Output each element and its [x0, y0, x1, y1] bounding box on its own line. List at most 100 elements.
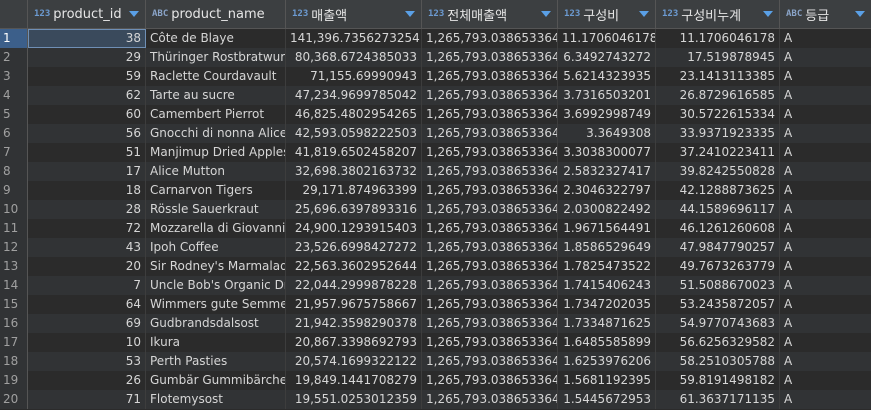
ratio-cell[interactable]: 2.0300822492 — [558, 200, 656, 219]
ratio-cell[interactable]: 2.5832327417 — [558, 162, 656, 181]
table-row[interactable]: 5 60 Camembert Pierrot 46,825.4802954265 1,2… — [0, 105, 871, 124]
sort-arrow-icon[interactable] — [129, 11, 139, 17]
product-name-cell[interactable]: Tarte au sucre — [146, 86, 286, 105]
cumulative-ratio-cell[interactable]: 59.8191498182 — [656, 371, 780, 390]
table-row[interactable]: 4 62 Tarte au sucre 47,234.9699785042 1,265,… — [0, 86, 871, 105]
grade-cell[interactable]: A — [780, 390, 871, 409]
grade-cell[interactable]: A — [780, 257, 871, 276]
row-number-cell[interactable]: 2 — [0, 48, 28, 67]
product-name-cell[interactable]: Perth Pasties — [146, 352, 286, 371]
total-sales-cell[interactable]: 1,265,793.0386533642 — [422, 390, 558, 409]
total-sales-cell[interactable]: 1,265,793.0386533642 — [422, 86, 558, 105]
product-id-cell[interactable]: 69 — [28, 314, 146, 333]
row-number-cell[interactable]: 19 — [0, 371, 28, 390]
sales-cell[interactable]: 42,593.0598222503 — [286, 124, 422, 143]
product-name-cell[interactable]: Ipoh Coffee — [146, 238, 286, 257]
ratio-cell[interactable]: 1.7347202035 — [558, 295, 656, 314]
table-row[interactable]: 20 71 Flotemysost 19,551.0253012359 1,265,79… — [0, 390, 871, 409]
grade-cell[interactable]: A — [780, 200, 871, 219]
table-row[interactable]: 12 43 Ipoh Coffee 23,526.6998427272 1,265,79… — [0, 238, 871, 257]
ratio-cell[interactable]: 1.8586529649 — [558, 238, 656, 257]
row-number-cell[interactable]: 7 — [0, 143, 28, 162]
sales-cell[interactable]: 22,563.3602952644 — [286, 257, 422, 276]
cumulative-ratio-cell[interactable]: 46.1261260608 — [656, 219, 780, 238]
cumulative-ratio-cell[interactable]: 44.1589696117 — [656, 200, 780, 219]
sales-cell[interactable]: 32,698.3802163732 — [286, 162, 422, 181]
product-id-cell[interactable]: 53 — [28, 352, 146, 371]
sales-cell[interactable]: 80,368.6724385033 — [286, 48, 422, 67]
grade-cell[interactable]: A — [780, 143, 871, 162]
sales-cell[interactable]: 19,849.1441708279 — [286, 371, 422, 390]
row-number-cell[interactable]: 18 — [0, 352, 28, 371]
cumulative-ratio-cell[interactable]: 23.1413113385 — [656, 67, 780, 86]
ratio-cell[interactable]: 1.5445672953 — [558, 390, 656, 409]
ratio-cell[interactable]: 1.7825473522 — [558, 257, 656, 276]
ratio-cell[interactable]: 11.1706046178 — [558, 29, 656, 48]
total-sales-cell[interactable]: 1,265,793.0386533642 — [422, 48, 558, 67]
product-name-cell[interactable]: Thüringer Rostbratwurst — [146, 48, 286, 67]
grade-cell[interactable]: A — [780, 371, 871, 390]
sales-cell[interactable]: 23,526.6998427272 — [286, 238, 422, 257]
cumulative-ratio-cell[interactable]: 37.2410223411 — [656, 143, 780, 162]
cumulative-ratio-cell[interactable]: 47.9847790257 — [656, 238, 780, 257]
product-id-cell[interactable]: 59 — [28, 67, 146, 86]
ratio-cell[interactable]: 2.3046322797 — [558, 181, 656, 200]
column-header-ratio[interactable]: 123 구성비 — [558, 0, 656, 28]
product-id-cell[interactable]: 20 — [28, 257, 146, 276]
total-sales-cell[interactable]: 1,265,793.0386533642 — [422, 200, 558, 219]
product-id-cell[interactable]: 43 — [28, 238, 146, 257]
grade-cell[interactable]: A — [780, 352, 871, 371]
row-number-cell[interactable]: 14 — [0, 276, 28, 295]
sort-arrow-icon[interactable] — [639, 11, 649, 17]
sales-cell[interactable]: 71,155.69990943 — [286, 67, 422, 86]
grade-cell[interactable]: A — [780, 29, 871, 48]
sort-arrow-icon[interactable] — [855, 11, 865, 17]
sales-cell[interactable]: 19,551.0253012359 — [286, 390, 422, 409]
product-id-cell[interactable]: 64 — [28, 295, 146, 314]
grade-cell[interactable]: A — [780, 48, 871, 67]
row-number-cell[interactable]: 8 — [0, 162, 28, 181]
row-number-cell[interactable]: 10 — [0, 200, 28, 219]
product-id-cell[interactable]: 18 — [28, 181, 146, 200]
product-id-cell[interactable]: 71 — [28, 390, 146, 409]
cumulative-ratio-cell[interactable]: 53.2435872057 — [656, 295, 780, 314]
sales-cell[interactable]: 29,171.874963399 — [286, 181, 422, 200]
cumulative-ratio-cell[interactable]: 17.519878945 — [656, 48, 780, 67]
product-name-cell[interactable]: Côte de Blaye — [146, 29, 286, 48]
product-name-cell[interactable]: Camembert Pierrot — [146, 105, 286, 124]
column-header-total-sales[interactable]: 123 전체매출액 — [422, 0, 558, 28]
table-row[interactable]: 17 10 Ikura 20,867.3398692793 1,265,793.0386… — [0, 333, 871, 352]
total-sales-cell[interactable]: 1,265,793.0386533642 — [422, 371, 558, 390]
total-sales-cell[interactable]: 1,265,793.0386533642 — [422, 105, 558, 124]
column-header-cumulative-ratio[interactable]: 123 구성비누계 — [656, 0, 780, 28]
sales-cell[interactable]: 22,044.2999878228 — [286, 276, 422, 295]
total-sales-cell[interactable]: 1,265,793.0386533642 — [422, 276, 558, 295]
row-number-cell[interactable]: 6 — [0, 124, 28, 143]
grade-cell[interactable]: A — [780, 333, 871, 352]
cumulative-ratio-cell[interactable]: 42.1288873625 — [656, 181, 780, 200]
table-row[interactable]: 1564Wimmers gute Semmelki21,957.96757586… — [0, 295, 871, 314]
table-row[interactable]: 10 28 Rössle Sauerkraut 25,696.6397893316 1,… — [0, 200, 871, 219]
table-row[interactable]: 14 7 Uncle Bob's Organic Drie 22,044.299987… — [0, 276, 871, 295]
sales-cell[interactable]: 25,696.6397893316 — [286, 200, 422, 219]
row-number-cell[interactable]: 11 — [0, 219, 28, 238]
ratio-cell[interactable]: 1.5681192395 — [558, 371, 656, 390]
product-name-cell[interactable]: Gumbär Gummibärchen — [146, 371, 286, 390]
ratio-cell[interactable]: 1.6485585899 — [558, 333, 656, 352]
sort-arrow-icon[interactable] — [763, 11, 773, 17]
column-header-grade[interactable]: ABC 등급 — [780, 0, 871, 28]
table-row[interactable]: 7 51 Manjimup Dried Apples 41,819.650245820… — [0, 143, 871, 162]
product-id-cell[interactable]: 72 — [28, 219, 146, 238]
total-sales-cell[interactable]: 1,265,793.0386533642 — [422, 352, 558, 371]
table-row[interactable]: 19 26 Gumbär Gummibärchen 19,849.1441708279… — [0, 371, 871, 390]
product-name-cell[interactable]: Alice Mutton — [146, 162, 286, 181]
sales-cell[interactable]: 21,942.3598290378 — [286, 314, 422, 333]
row-number-cell[interactable]: 17 — [0, 333, 28, 352]
cumulative-ratio-cell[interactable]: 51.5088670023 — [656, 276, 780, 295]
table-row[interactable]: 16 69 Gudbrandsdalsost 21,942.3598290378 1,2… — [0, 314, 871, 333]
product-id-cell[interactable]: 28 — [28, 200, 146, 219]
ratio-cell[interactable]: 3.7316503201 — [558, 86, 656, 105]
row-number-cell[interactable]: 4 — [0, 86, 28, 105]
total-sales-cell[interactable]: 1,265,793.0386533642 — [422, 29, 558, 48]
product-id-cell[interactable]: 10 — [28, 333, 146, 352]
